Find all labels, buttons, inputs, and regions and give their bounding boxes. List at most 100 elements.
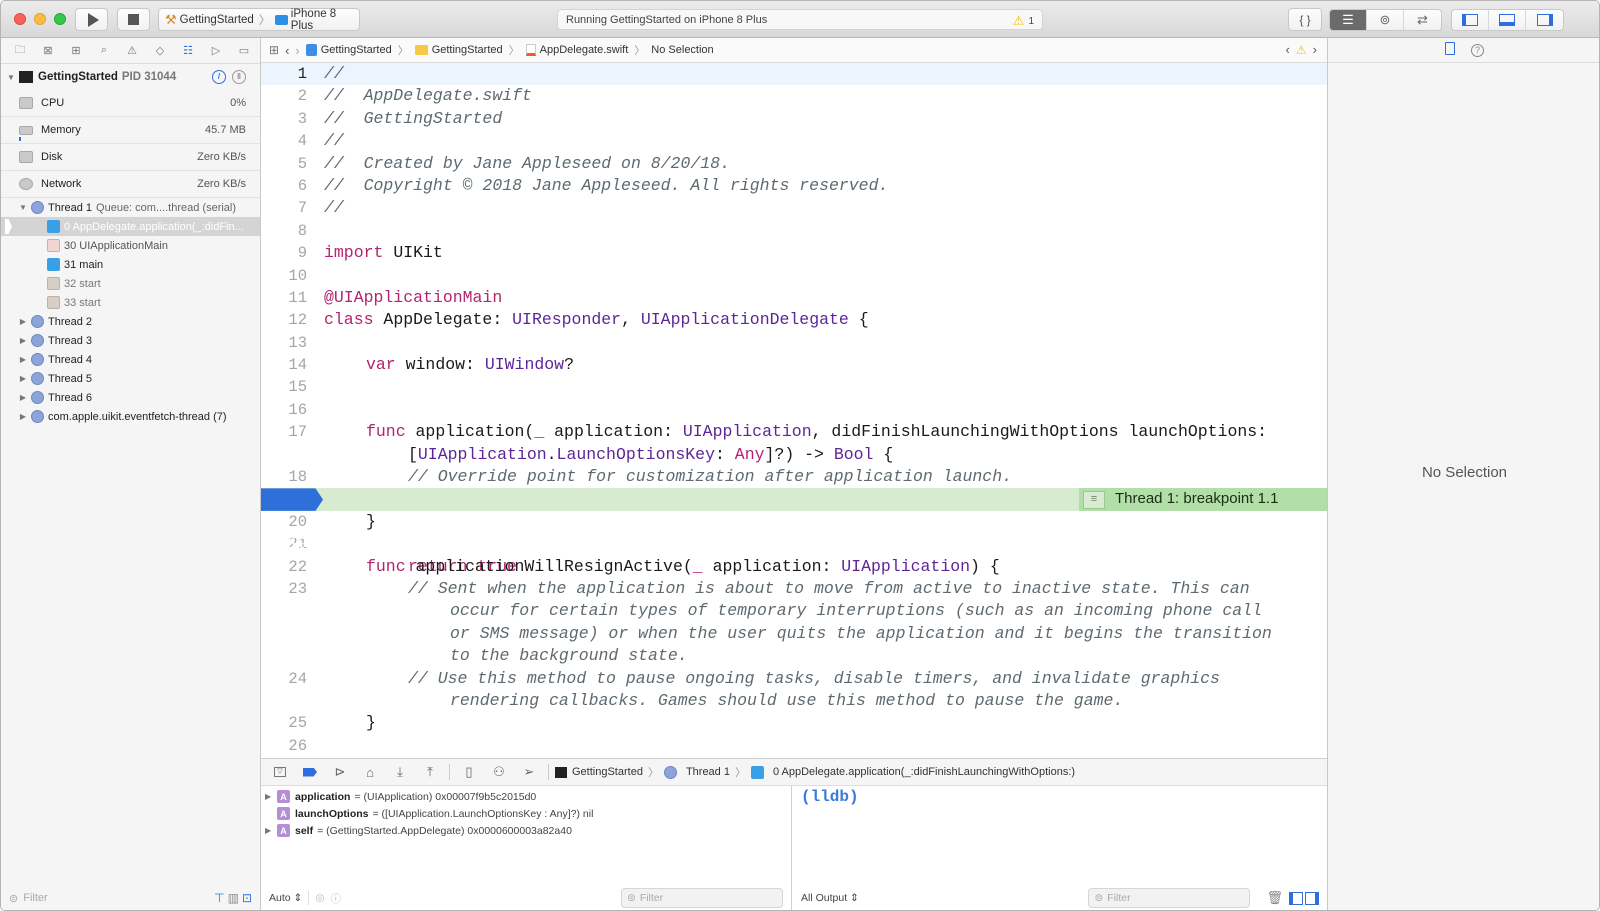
related-items-icon[interactable]: ⊞ xyxy=(269,43,279,57)
pause-button[interactable]: ‖ xyxy=(232,70,246,84)
stack-frame-row[interactable]: 30 UIApplicationMain xyxy=(1,236,260,255)
stack-frame-row[interactable]: 33 start xyxy=(1,293,260,312)
file-inspector-tab[interactable] xyxy=(1445,42,1455,58)
code-line[interactable]: 1 // xyxy=(261,63,1327,86)
code-line[interactable]: 16 xyxy=(261,399,1327,421)
code-line-wrapped[interactable]: occur for certain types of temporary int… xyxy=(261,600,1327,622)
debug-crumb-thread[interactable]: Thread 1 xyxy=(686,766,730,778)
source-editor[interactable]: 1 // 2 // AppDelegate.swift 3 // GettingSta… xyxy=(261,63,1327,757)
debug-crumb-frame[interactable]: 0 AppDelegate.application(_:didFinishLau… xyxy=(773,766,1075,778)
breadcrumb-project[interactable]: GettingStarted xyxy=(305,44,392,56)
run-button[interactable] xyxy=(75,8,108,31)
report-navigator-tab[interactable]: ▭ xyxy=(231,40,257,62)
step-over-button[interactable]: ⌂ xyxy=(357,762,383,782)
disclosure-right-icon[interactable]: ▶ xyxy=(19,393,27,402)
hide-debug-area-button[interactable]: ▽ xyxy=(267,762,293,782)
code-line[interactable]: 4 // xyxy=(261,130,1327,152)
code-line[interactable]: 26 xyxy=(261,735,1327,757)
simulate-location-button[interactable]: ➢ xyxy=(516,762,542,782)
code-line[interactable]: 3 // GettingStarted xyxy=(261,108,1327,130)
code-line[interactable]: 7 // xyxy=(261,197,1327,219)
thread-row[interactable]: ▶ Thread 6 xyxy=(1,388,260,407)
code-line[interactable]: 22 func applicationWillResignActive(_ app… xyxy=(261,556,1327,578)
find-navigator-tab[interactable]: ⌕ xyxy=(91,40,117,62)
breadcrumb-file[interactable]: AppDelegate.swift xyxy=(525,44,628,56)
stack-frame-row[interactable]: 32 start xyxy=(1,274,260,293)
issue-navigator-tab[interactable]: ⚠ xyxy=(119,40,145,62)
code-line[interactable]: 5 // Created by Jane Appleseed on 8/20/18… xyxy=(261,153,1327,175)
process-row[interactable]: ▼ GettingStarted PID 31044 / ‖ xyxy=(1,64,260,90)
console-filter-input[interactable]: ⊜ Filter xyxy=(1088,888,1251,908)
trash-icon[interactable]: 🗑 xyxy=(1266,890,1283,906)
warning-icon[interactable]: ⚠ xyxy=(1296,43,1307,57)
thread-row[interactable]: ▶ com.apple.uikit.eventfetch-thread (7) xyxy=(1,407,260,426)
console-output-select[interactable]: All Output ⇕ xyxy=(801,892,859,904)
toggle-navigator-button[interactable] xyxy=(1452,10,1489,30)
code-line[interactable]: 24 // Use this method to pause ongoing ta… xyxy=(261,668,1327,690)
disclosure-right-icon[interactable]: ▶ xyxy=(19,412,27,421)
warning-indicator[interactable]: ⚠ 1 xyxy=(1013,13,1034,29)
thread-row[interactable]: ▼ Thread 1 Queue: com....thread (serial) xyxy=(1,198,260,217)
breakpoint-navigator-tab[interactable]: ▷ xyxy=(203,40,229,62)
thread-row[interactable]: ▶ Thread 3 xyxy=(1,331,260,350)
code-line[interactable]: 10 xyxy=(261,265,1327,287)
cpu-gauge[interactable]: CPU 0% xyxy=(1,90,260,117)
code-line[interactable]: 11 @UIApplicationMain xyxy=(261,287,1327,309)
code-line[interactable]: 17 func application(_ application: UIAppl… xyxy=(261,421,1327,443)
disclosure-down-icon[interactable]: ▼ xyxy=(7,73,15,82)
print-description-button[interactable]: ⓘ xyxy=(331,891,342,906)
test-navigator-tab[interactable]: ◇ xyxy=(147,40,173,62)
code-line[interactable]: 2 // AppDelegate.swift xyxy=(261,85,1327,107)
disclosure-down-icon[interactable]: ▼ xyxy=(19,203,27,212)
disclosure-right-icon[interactable]: ▶ xyxy=(265,792,277,801)
toggle-breakpoints-button[interactable] xyxy=(297,762,323,782)
network-gauge[interactable]: Network Zero KB/s xyxy=(1,171,260,198)
stop-button[interactable] xyxy=(117,8,150,31)
assistant-editor-button[interactable]: ⊚ xyxy=(1367,10,1404,30)
view-by-thread-icon[interactable]: ⊡ xyxy=(242,891,252,905)
debug-gauges-button[interactable]: / xyxy=(212,70,226,84)
toggle-inspector-button[interactable] xyxy=(1526,10,1563,30)
quick-help-tab[interactable]: ? xyxy=(1471,43,1484,57)
code-line[interactable]: 14 var window: UIWindow? xyxy=(261,354,1327,376)
breakpoint-line[interactable]: 19 return true ≡ Thread 1: breakpoint 1.… xyxy=(261,488,1327,576)
debug-memory-graph-button[interactable]: ⚇ xyxy=(486,762,512,782)
disclosure-right-icon[interactable]: ▶ xyxy=(265,826,277,835)
code-line[interactable]: 15 xyxy=(261,376,1327,398)
console-view[interactable]: (lldb) All Output ⇕ ⊜ Filter 🗑 xyxy=(793,786,1327,910)
breadcrumb-group[interactable]: GettingStarted xyxy=(414,44,503,56)
disclosure-right-icon[interactable]: ▶ xyxy=(19,374,27,383)
code-line[interactable]: 13 xyxy=(261,332,1327,354)
debug-crumb-process[interactable]: GettingStarted xyxy=(572,766,643,778)
view-by-queue-icon[interactable]: ▥ xyxy=(228,891,239,905)
thread-row[interactable]: ▶ Thread 2 xyxy=(1,312,260,331)
code-line[interactable]: 6 // Copyright © 2018 Jane Appleseed. All… xyxy=(261,175,1327,197)
next-issue-button[interactable]: › xyxy=(1313,42,1317,57)
show-only-crashed-threads-icon[interactable]: ⊤ xyxy=(214,891,224,905)
disclosure-right-icon[interactable]: ▶ xyxy=(19,336,27,345)
scheme-selector[interactable]: ⚒ GettingStarted 〉 iPhone 8 Plus xyxy=(158,8,360,32)
code-line-wrapped[interactable]: [UIApplication.LaunchOptionsKey: Any]?) … xyxy=(261,444,1327,466)
code-line[interactable]: 8 xyxy=(261,220,1327,242)
debug-navigator-tab[interactable]: ☷ xyxy=(175,40,201,62)
stack-frame-row[interactable]: 31 main xyxy=(1,255,260,274)
symbol-navigator-tab[interactable]: ⊞ xyxy=(63,40,89,62)
breadcrumb-symbol[interactable]: No Selection xyxy=(651,44,713,56)
toggle-debug-area-button[interactable] xyxy=(1489,10,1526,30)
debug-view-hierarchy-button[interactable]: ▯ xyxy=(456,762,482,782)
back-button[interactable]: ‹ xyxy=(285,43,289,58)
scheme-name[interactable]: GettingStarted xyxy=(180,14,254,26)
variables-scope-select[interactable]: Auto ⇕ xyxy=(269,892,302,904)
disclosure-right-icon[interactable]: ▶ xyxy=(19,317,27,326)
code-line-wrapped[interactable]: to the background state. xyxy=(261,645,1327,667)
close-window-button[interactable] xyxy=(14,13,26,25)
variables-filter-input[interactable]: ⊜ Filter xyxy=(621,888,783,908)
breakpoint-marker[interactable] xyxy=(261,488,323,511)
thread-row[interactable]: ▶ Thread 5 xyxy=(1,369,260,388)
device-name[interactable]: iPhone 8 Plus xyxy=(291,8,359,32)
disk-gauge[interactable]: Disk Zero KB/s xyxy=(1,144,260,171)
variable-row[interactable]: ▶ A application = (UIApplication) 0x0000… xyxy=(261,788,791,805)
disclosure-right-icon[interactable]: ▶ xyxy=(19,355,27,364)
forward-button[interactable]: › xyxy=(295,43,299,58)
code-line[interactable]: 21 xyxy=(261,533,1327,555)
